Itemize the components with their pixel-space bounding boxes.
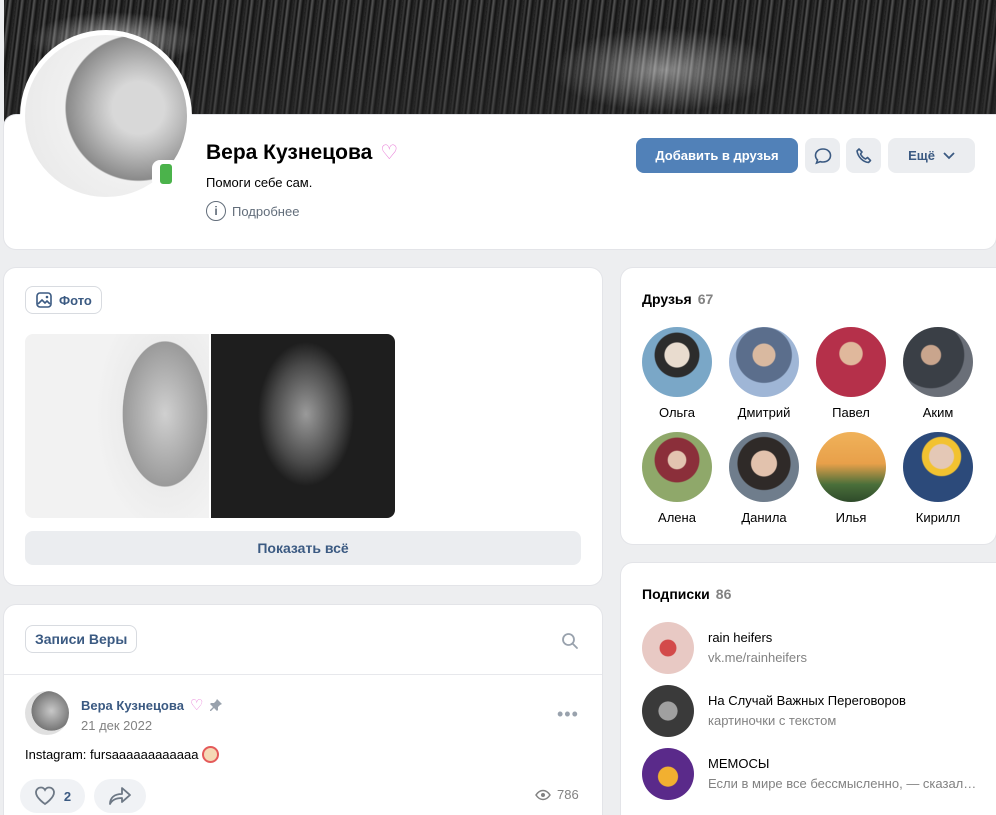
post-date[interactable]: 21 дек 2022 [81,718,152,733]
like-button[interactable]: 2 [20,779,85,813]
show-all-photos-button[interactable]: Показать всё [25,531,581,565]
post-text: Instagram: fursaaaaaaaaaaaa [25,746,220,763]
photos-tab[interactable]: Фото [25,286,102,314]
more-options-icon[interactable]: ••• [557,705,579,723]
more-button[interactable]: Ещё [888,138,975,173]
community-avatar [642,685,694,737]
heart-emoji-icon: ♡ [189,697,204,714]
profile-name: Вера Кузнецова ♡ [206,140,399,165]
chevron-down-icon [943,151,955,159]
mobile-online-icon [152,160,180,188]
photos-section: Фото Показать всё [4,268,602,585]
eye-icon [535,789,551,800]
message-icon [814,147,831,164]
search-icon[interactable] [561,632,579,650]
subscriptions-title[interactable]: Подписки 86 [642,586,731,602]
info-icon: i [206,201,226,221]
post-author-avatar[interactable] [25,691,69,735]
divider [4,674,602,675]
message-button[interactable] [805,138,840,173]
friends-title[interactable]: Друзья 67 [642,291,713,307]
friend-item[interactable]: Павел [811,327,891,420]
friend-item[interactable]: Ольга [637,327,717,420]
subscriptions-section: Подписки 86 rain heifers vk.me/rainheifer… [621,563,996,815]
views-count: 786 [535,787,579,802]
subscription-item[interactable]: МЕМОСЫ Если в мире все бессмысленно, — с… [642,748,982,800]
heart-icon [34,786,55,806]
posts-section: Записи Веры Вера Кузнецова ♡ 21 дек 2022… [4,605,602,815]
friend-item[interactable]: Кирилл [898,432,978,525]
friend-item[interactable]: Дмитрий [724,327,804,420]
friend-item[interactable]: Алена [637,432,717,525]
photo-thumbnail[interactable] [25,334,209,518]
subscription-item[interactable]: rain heifers vk.me/rainheifers [642,622,982,674]
friend-item[interactable]: Аким [898,327,978,420]
friends-section: Друзья 67 Ольга Дмитрий Павел Аким Алена … [621,268,996,544]
share-button[interactable] [94,779,146,813]
friend-item[interactable]: Данила [724,432,804,525]
pin-icon [210,699,223,711]
call-button[interactable] [846,138,881,173]
heart-emoji-icon: ♡ [380,142,399,164]
share-icon [109,787,131,805]
community-avatar [642,622,694,674]
posts-tab[interactable]: Записи Веры [25,625,138,653]
more-info-link[interactable]: i Подробнее [206,201,299,221]
friend-item[interactable]: Илья [811,432,891,525]
subscription-item[interactable]: На Случай Важных Переговоров картиночки … [642,685,982,737]
profile-status: Помоги себе сам. [206,175,313,190]
clown-emoji-icon [202,746,220,763]
post-author[interactable]: Вера Кузнецова ♡ [81,696,223,714]
community-avatar [642,748,694,800]
image-icon [36,292,52,308]
photo-thumbnail[interactable] [211,334,395,518]
add-friend-button[interactable]: Добавить в друзья [636,138,798,173]
phone-icon [855,147,871,163]
